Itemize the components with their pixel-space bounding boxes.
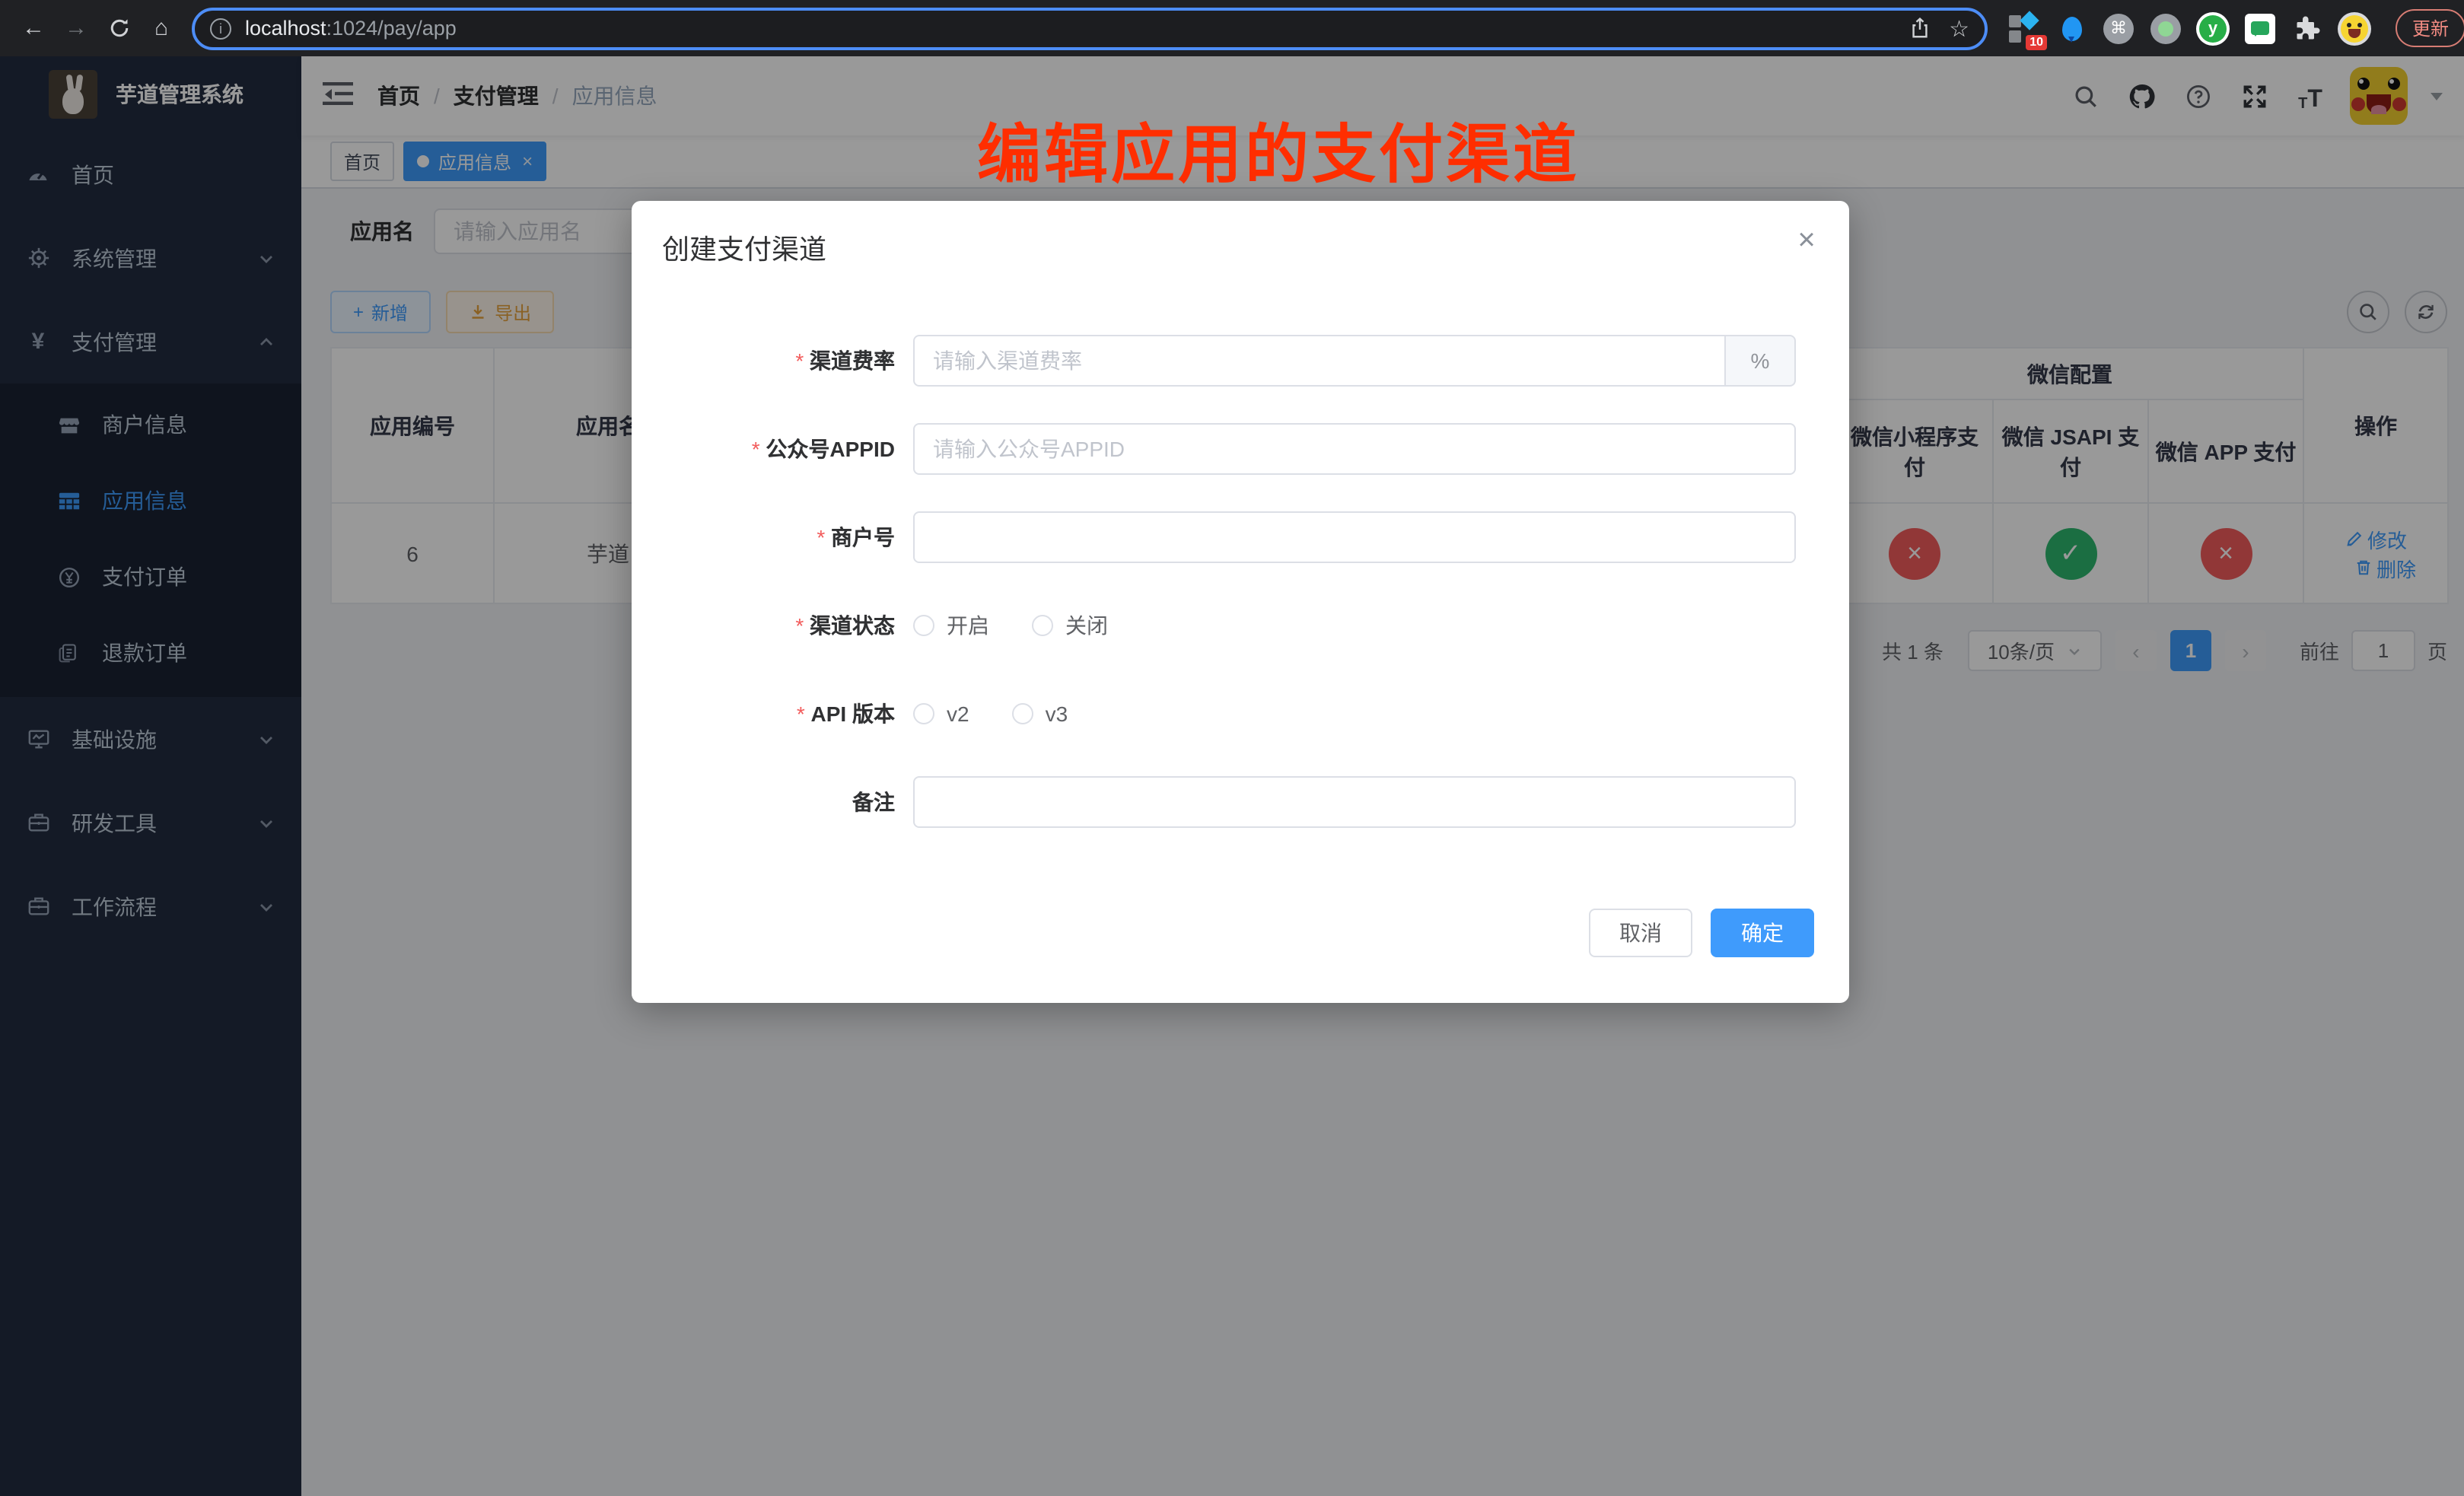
api-v3-radio[interactable]: v3: [1012, 702, 1068, 726]
extension-record-icon[interactable]: [2147, 10, 2184, 46]
share-icon[interactable]: [1908, 17, 1931, 40]
address-bar[interactable]: i localhost:1024/pay/app ☆: [192, 7, 1988, 49]
browser-forward-icon[interactable]: →: [59, 11, 93, 45]
extension-command-icon[interactable]: ⌘: [2100, 10, 2137, 46]
form-row-appid: 公众号APPID: [632, 405, 1849, 493]
extensions-area: 10 ⌘ y 更新 ⋮: [2006, 9, 2464, 47]
radio-icon: [1032, 615, 1053, 636]
extension-balloon-icon[interactable]: [2053, 10, 2090, 46]
form-row-api-version: API 版本 v2 v3: [632, 670, 1849, 758]
url-host: localhost: [245, 17, 326, 40]
confirm-button[interactable]: 确定: [1711, 909, 1814, 957]
status-closed-radio[interactable]: 关闭: [1032, 610, 1108, 641]
bookmark-star-icon[interactable]: ☆: [1949, 14, 1969, 42]
extension-tampermonkey-icon[interactable]: 10: [2006, 10, 2042, 46]
rate-label: 渠道费率: [632, 345, 913, 376]
appid-input[interactable]: [913, 423, 1796, 475]
browser-reload-icon[interactable]: [102, 11, 135, 45]
extension-chat-icon[interactable]: [2242, 10, 2278, 46]
remark-input[interactable]: [913, 776, 1796, 828]
create-pay-channel-dialog: 创建支付渠道 × 渠道费率 % 公众号APPID: [632, 201, 1849, 1003]
rate-input[interactable]: [913, 335, 1726, 387]
radio-icon: [1012, 703, 1033, 724]
extension-y-icon[interactable]: y: [2195, 10, 2231, 46]
status-label: 渠道状态: [632, 610, 913, 641]
form-row-status: 渠道状态 开启 关闭: [632, 581, 1849, 670]
page-info-icon[interactable]: i: [210, 18, 231, 39]
radio-icon: [913, 615, 934, 636]
chrome-update-button[interactable]: 更新: [2396, 9, 2464, 47]
merchant-input[interactable]: [913, 511, 1796, 563]
merchant-label: 商户号: [632, 522, 913, 552]
cancel-button[interactable]: 取消: [1589, 909, 1692, 957]
dialog-title: 创建支付渠道: [662, 234, 826, 265]
extension-badge: 10: [2026, 34, 2047, 49]
api-v2-radio[interactable]: v2: [913, 702, 969, 726]
form-row-rate: 渠道费率 %: [632, 317, 1849, 405]
dialog-close-icon[interactable]: ×: [1788, 222, 1825, 259]
appid-label: 公众号APPID: [632, 434, 913, 464]
status-open-radio[interactable]: 开启: [913, 610, 989, 641]
form-row-remark: 备注: [632, 758, 1849, 846]
browser-back-icon[interactable]: ←: [17, 11, 50, 45]
profile-avatar[interactable]: [2336, 10, 2373, 46]
percent-suffix: %: [1726, 335, 1796, 387]
annotation-text: 编辑应用的支付渠道: [977, 120, 1580, 190]
form-row-merchant: 商户号: [632, 493, 1849, 581]
extensions-puzzle-icon[interactable]: [2289, 10, 2326, 46]
browser-home-icon[interactable]: ⌂: [145, 11, 178, 45]
radio-icon: [913, 703, 934, 724]
page-viewport: 芋道管理系统 首页 系统管理: [0, 56, 2464, 1496]
browser-toolbar: ← → ⌂ i localhost:1024/pay/app ☆ 10 ⌘ y: [0, 0, 2464, 56]
remark-label: 备注: [632, 787, 913, 817]
url-path: :1024/pay/app: [326, 17, 457, 40]
api-version-label: API 版本: [632, 699, 913, 729]
url-text[interactable]: localhost:1024/pay/app: [245, 17, 1908, 40]
